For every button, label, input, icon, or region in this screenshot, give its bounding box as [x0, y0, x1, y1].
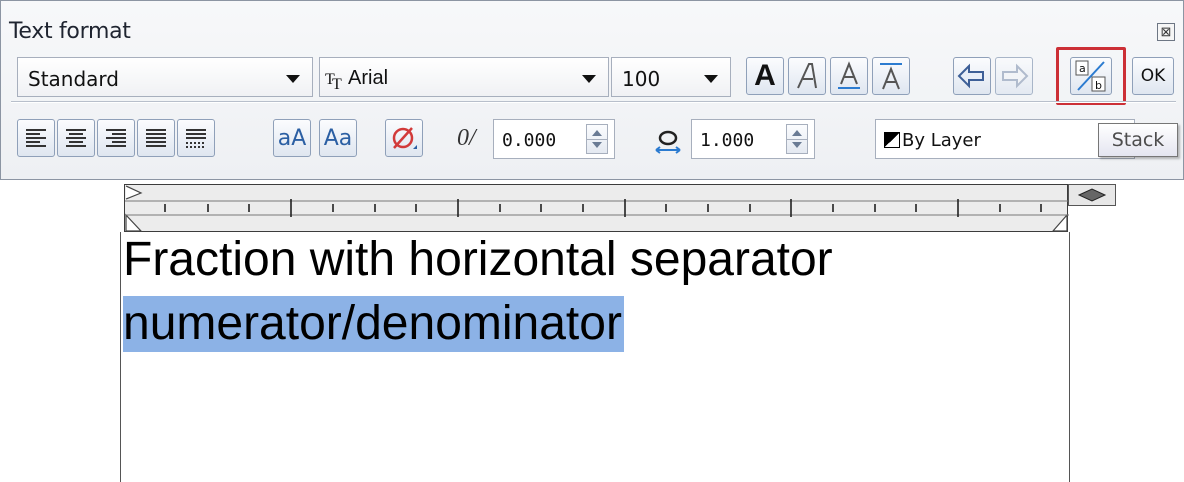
width-factor-spinner[interactable]: 1.000: [691, 119, 815, 159]
stack-tooltip: Stack: [1098, 123, 1178, 157]
ok-button[interactable]: OK: [1132, 57, 1174, 95]
height-combo-value: 100: [622, 67, 661, 91]
style-combo[interactable]: Standard: [17, 57, 313, 97]
align-right-icon: [106, 129, 126, 147]
align-right-button[interactable]: [97, 119, 135, 157]
align-left-icon: [26, 129, 46, 147]
chevron-down-icon: [582, 75, 596, 83]
underline-button[interactable]: [830, 57, 868, 95]
text-editor[interactable]: Fraction with horizontal separator numer…: [120, 232, 1070, 482]
insert-symbol-button[interactable]: [385, 119, 423, 157]
bold-icon: A: [754, 59, 776, 92]
ruler[interactable]: [124, 184, 1069, 232]
redo-button[interactable]: [995, 57, 1033, 95]
lowercase-button[interactable]: aA: [273, 119, 311, 157]
overline-button[interactable]: [872, 57, 910, 95]
close-button[interactable]: ⊠: [1157, 23, 1175, 41]
spin-down-icon[interactable]: [792, 142, 802, 148]
font-combo-value: Arial: [348, 67, 389, 89]
width-factor-icon: [655, 130, 681, 154]
font-combo[interactable]: T T Arial: [319, 57, 609, 97]
titlecase-button[interactable]: Aa: [319, 119, 357, 157]
editor-line-1[interactable]: Fraction with horizontal separator: [123, 234, 833, 286]
spinner-buttons[interactable]: [586, 124, 608, 154]
ruler-ticks: [125, 185, 1069, 232]
align-center-icon: [66, 129, 86, 147]
chevron-down-icon: [704, 75, 718, 83]
toolbar-divider: [11, 101, 1176, 103]
bold-button[interactable]: A: [746, 57, 784, 95]
ruler-width-handle[interactable]: [1068, 184, 1116, 206]
text-format-dialog: Text format ⊠ Standard T T Arial 100 A a…: [0, 0, 1184, 180]
svg-text:T: T: [332, 76, 342, 91]
redo-arrow-icon: [1002, 63, 1029, 89]
dialog-title: Text format: [9, 19, 131, 44]
italic-button[interactable]: [788, 57, 826, 95]
editor-line-2-selected[interactable]: numerator/denominator: [123, 296, 624, 352]
oblique-angle-icon: 0/: [457, 125, 476, 151]
spin-up-icon[interactable]: [792, 130, 802, 136]
justify-button[interactable]: [137, 119, 175, 157]
width-factor-value: 1.000: [700, 130, 755, 151]
oblique-angle-value: 0.000: [502, 130, 557, 151]
color-combo[interactable]: By Layer: [875, 119, 1135, 159]
diameter-symbol-icon: [392, 127, 417, 149]
italic-icon: [797, 63, 817, 89]
align-left-button[interactable]: [17, 119, 55, 157]
undo-button[interactable]: [953, 57, 991, 95]
height-combo[interactable]: 100: [611, 57, 731, 97]
overline-icon: [880, 63, 902, 90]
undo-arrow-icon: [957, 63, 984, 89]
spinner-buttons[interactable]: [786, 124, 808, 154]
spin-down-icon[interactable]: [592, 142, 602, 148]
color-combo-value: By Layer: [902, 130, 981, 151]
titlebar[interactable]: Text format ⊠: [1, 1, 1183, 45]
spin-up-icon[interactable]: [592, 130, 602, 136]
stack-highlight-box: [1056, 47, 1126, 105]
style-combo-value: Standard: [28, 67, 119, 91]
color-swatch-icon: [884, 132, 900, 148]
diamond-handle-icon: [1077, 188, 1107, 202]
distribute-icon: [186, 129, 206, 148]
underline-icon: [838, 61, 860, 89]
align-center-button[interactable]: [57, 119, 95, 157]
justify-icon: [146, 129, 166, 147]
oblique-angle-spinner[interactable]: 0.000: [493, 119, 615, 159]
chevron-down-icon: [286, 75, 300, 83]
truetype-font-icon: T T: [325, 71, 342, 91]
distribute-button[interactable]: [177, 119, 215, 157]
